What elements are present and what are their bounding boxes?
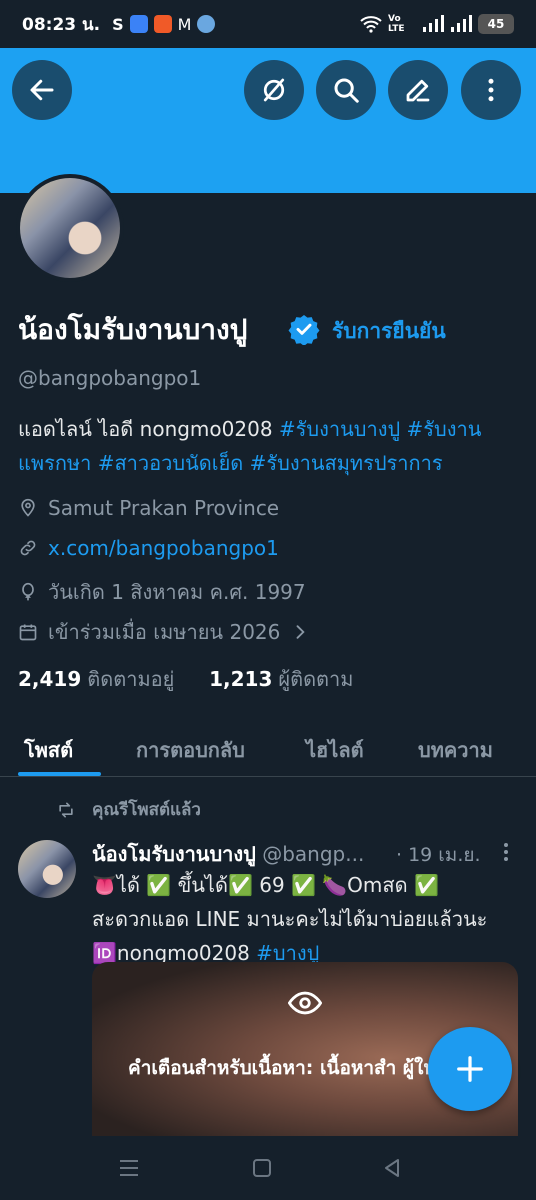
status-bar: 08:23 น. S M Vo LTE 45 [0, 0, 536, 48]
tweet-date: · 19 เม.ย. [396, 844, 481, 866]
followers-link[interactable]: 1,213 ผู้ติดตาม [209, 667, 353, 691]
tab-highlights[interactable]: ไฮไลต์ [306, 734, 364, 766]
more-vertical-icon [488, 78, 494, 102]
search-button[interactable] [316, 60, 376, 120]
profile-name: น้องโมรับงานบางปู [18, 313, 248, 346]
bio-text: แอดไลน์ ไอดี nongmo0208 [18, 417, 279, 441]
profile-avatar[interactable] [16, 174, 124, 282]
edit-button[interactable] [388, 60, 448, 120]
back-button[interactable] [12, 60, 72, 120]
following-link[interactable]: 2,419 ติดตามอยู่ [18, 667, 174, 691]
app-notification-icon [129, 15, 148, 33]
system-nav-bar [0, 1136, 536, 1200]
profile-handle: @bangpobangpo1 [18, 366, 202, 390]
signal-icon-2 [451, 15, 472, 32]
birthday-text: วันเกิด 1 สิงหาคม ค.ศ. 1997 [48, 580, 306, 604]
location-text: Samut Prakan Province [48, 496, 280, 520]
signal-icon [423, 15, 444, 32]
profile-birthday: วันเกิด 1 สิงหาคม ค.ศ. 1997 [18, 576, 306, 608]
back-nav-icon[interactable] [382, 1158, 402, 1178]
more-button[interactable] [461, 60, 521, 120]
profile-bio: แอดไลน์ ไอดี nongmo0208 #รับงานบางปู #รั… [18, 412, 518, 480]
home-icon[interactable] [252, 1158, 272, 1178]
weather-icon [197, 15, 216, 33]
grok-button[interactable] [244, 60, 304, 120]
get-verified-link[interactable]: รับการยืนยัน [332, 315, 446, 348]
volte-label: Vo LTE [388, 14, 405, 34]
profile-joined[interactable]: เข้าร่วมเมื่อ เมษายน 2026 [18, 616, 320, 648]
tweet-author-handle: @bangp... [262, 842, 365, 866]
repost-indicator: คุณรีโพสต์แล้ว [54, 796, 201, 823]
edit-icon [406, 79, 430, 102]
tweet-author-name[interactable]: น้องโมรับงานบางปู [92, 842, 256, 866]
repost-icon [59, 802, 73, 817]
bio-hashtag[interactable]: #รับงานสมุทรปราการ [250, 451, 443, 475]
bio-hashtag[interactable]: แพรกษา [18, 451, 91, 475]
tweet-avatar[interactable] [18, 840, 76, 898]
tab-replies[interactable]: การตอบกลับ [136, 734, 245, 766]
compose-button[interactable] [428, 1027, 512, 1111]
tab-articles[interactable]: บทความ [418, 734, 493, 766]
bio-hashtag[interactable]: #รับงาน [407, 417, 482, 441]
followers-count: 1,213 [209, 667, 273, 691]
verified-badge-icon [288, 315, 320, 345]
shopee-icon [153, 15, 172, 33]
wifi-icon [360, 16, 382, 33]
bio-hashtag[interactable]: #สาวอวบนัดเย็ด [98, 451, 244, 475]
repost-label: คุณรีโพสต์แล้ว [92, 800, 201, 820]
tweet-line: สะดวกแอด LINE มานะคะไม่ได้มาบ่อยแล้วนะ [92, 907, 488, 931]
profile-website: x.com/bangpobangpo1 [18, 536, 279, 560]
followers-label: ผู้ติดตาม [278, 667, 354, 691]
follow-stats: 2,419 ติดตามอยู่ 1,213 ผู้ติดตาม [18, 663, 353, 695]
status-time: 08:23 น. [22, 14, 101, 35]
active-tab-indicator [18, 772, 101, 776]
tab-posts[interactable]: โพสต์ [24, 734, 73, 766]
profile-tabs: โพสต์ การตอบกลับ ไฮไลต์ บทความ [0, 720, 536, 777]
eye-icon [288, 991, 322, 1015]
website-link[interactable]: x.com/bangpobangpo1 [48, 536, 279, 560]
search-icon [334, 78, 359, 103]
battery-indicator: 45 [478, 14, 514, 34]
bio-hashtag[interactable]: #รับงานบางปู [279, 417, 400, 441]
plus-icon [457, 1056, 483, 1082]
location-pin-icon [21, 498, 35, 517]
following-label: ติดตามอยู่ [87, 667, 175, 691]
tweet-line: 👅ได้ ✅ ขึ้นได้✅ 69 ✅ 🍆Omสด ✅ [92, 873, 439, 897]
arrow-left-icon [30, 79, 54, 101]
gmail-icon: M [177, 14, 192, 34]
link-icon [20, 540, 36, 556]
chevron-right-icon [296, 625, 306, 639]
grok-icon [263, 78, 285, 102]
calendar-icon [19, 624, 37, 641]
following-count: 2,419 [18, 667, 82, 691]
tweet-text: 👅ได้ ✅ ขึ้นได้✅ 69 ✅ 🍆Omสด ✅ สะดวกแอด LI… [92, 868, 522, 970]
tweet-header: น้องโมรับงานบางปู @bangp... [92, 838, 364, 870]
profile-location: Samut Prakan Province [18, 496, 279, 520]
tweet-more-icon[interactable] [498, 840, 514, 864]
balloon-icon [22, 582, 34, 601]
joined-text: เข้าร่วมเมื่อ เมษายน 2026 [48, 620, 281, 644]
s-label: S [112, 14, 124, 34]
menu-icon[interactable] [118, 1158, 140, 1178]
